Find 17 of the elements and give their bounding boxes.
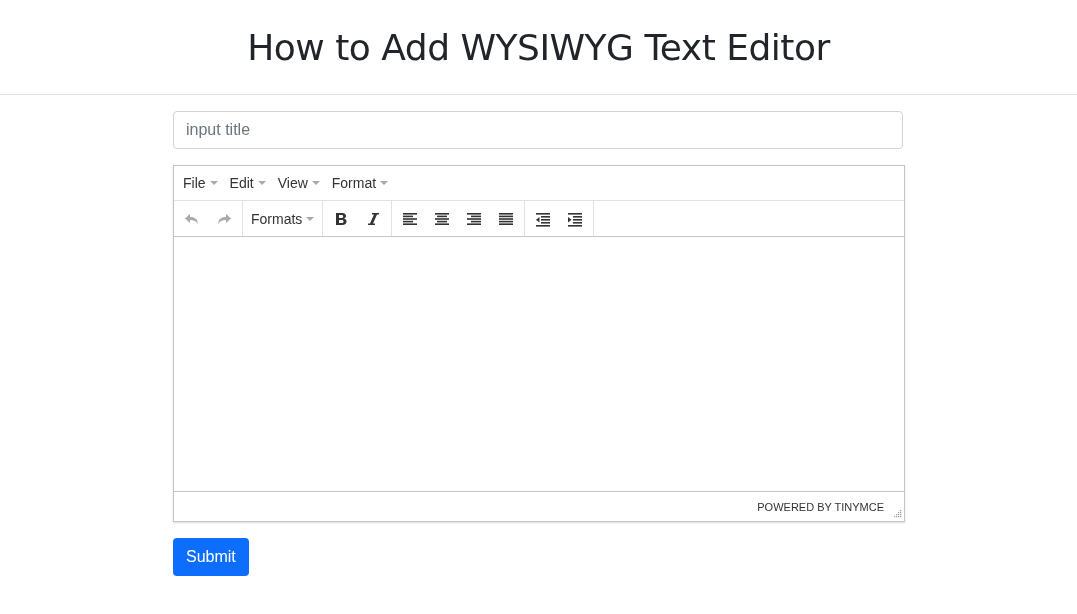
menu-item[interactable]: Edit (223, 175, 272, 191)
submit-button[interactable]: Submit (173, 538, 249, 576)
indent-icon[interactable] (567, 210, 584, 227)
powered-by-text: POWERED BY TINYMCE (757, 500, 884, 513)
menu-item[interactable]: File (177, 175, 224, 191)
align-right-icon[interactable] (466, 210, 483, 227)
menu-item[interactable]: View (271, 175, 326, 191)
menu-item[interactable]: Format (325, 175, 395, 191)
formats-dropdown[interactable]: Formats (245, 204, 321, 233)
title-input-field[interactable]: input title (173, 111, 903, 149)
align-center-icon[interactable] (434, 210, 451, 227)
outdent-icon[interactable] (535, 210, 552, 227)
italic-icon[interactable] (365, 210, 382, 227)
page-heading: How to Add WYSIWYG Text Editor (247, 26, 830, 68)
justify-icon[interactable] (498, 210, 515, 227)
align-left-icon[interactable] (402, 210, 419, 227)
resize-handle-icon[interactable] (894, 510, 902, 518)
